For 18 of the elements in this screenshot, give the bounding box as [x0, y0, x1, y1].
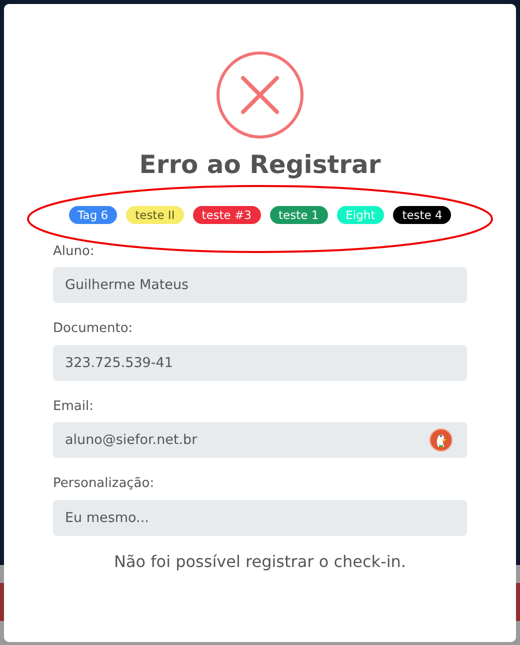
duck-icon[interactable] — [429, 428, 453, 452]
input-field[interactable]: 323.725.539-41 — [53, 344, 467, 380]
tag: teste 1 — [270, 206, 328, 224]
dialog-title: Erro ao Registrar — [138, 149, 382, 181]
input-field[interactable]: aluno@siefor.net.br — [53, 422, 467, 458]
field-label: Personalização: — [53, 475, 156, 493]
field-label: Aluno: — [53, 242, 96, 260]
tag: teste II — [126, 206, 184, 224]
error-icon — [216, 51, 304, 139]
field-label: Email: — [53, 398, 94, 416]
tag: Eight — [336, 206, 384, 224]
input-field[interactable]: Guilherme Mateus — [53, 267, 467, 303]
input-field[interactable]: Eu mesmo... — [53, 500, 467, 536]
status-message: Não foi possível registrar o check-in. — [113, 550, 407, 572]
tag: teste 4 — [393, 206, 452, 224]
tag: teste #3 — [192, 206, 260, 224]
field-label: Documento: — [53, 320, 134, 338]
tag: Tag 6 — [68, 206, 118, 224]
